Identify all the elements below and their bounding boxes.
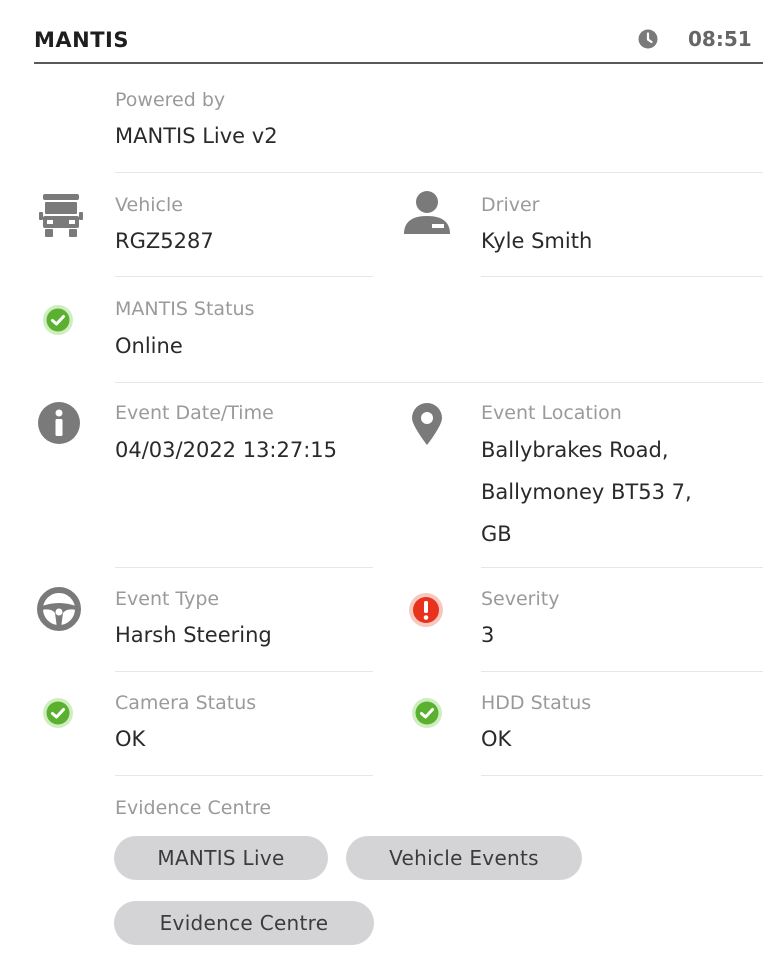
powered-by-label: Powered by — [115, 89, 226, 111]
evidence-centre-button[interactable]: Evidence Centre — [114, 901, 374, 945]
mantis-live-button[interactable]: MANTIS Live — [114, 836, 328, 880]
severity-label: Severity — [481, 588, 560, 610]
camera-status-label: Camera Status — [115, 692, 257, 714]
camera-status-value: OK — [115, 727, 146, 751]
location-pin-icon — [412, 403, 442, 445]
check-icon — [43, 698, 73, 728]
severity-value: 3 — [481, 623, 495, 647]
mantis-status-value: Online — [115, 334, 183, 358]
event-location-line-2: Ballymoney BT53 7, — [481, 480, 692, 504]
divider — [115, 671, 373, 672]
event-type-value: Harsh Steering — [115, 623, 272, 647]
divider — [115, 276, 373, 277]
info-icon — [38, 402, 80, 444]
alert-icon — [409, 593, 443, 627]
event-location-line-3: GB — [481, 522, 512, 546]
divider — [481, 276, 763, 277]
divider — [115, 172, 763, 173]
vehicle-events-button[interactable]: Vehicle Events — [346, 836, 582, 880]
vehicle-label: Vehicle — [115, 194, 183, 216]
mantis-status-label: MANTIS Status — [115, 298, 255, 320]
divider — [481, 671, 763, 672]
steering-wheel-icon — [37, 587, 81, 631]
driver-icon — [404, 191, 450, 234]
event-datetime-value: 04/03/2022 13:27:15 — [115, 438, 338, 462]
truck-icon — [39, 194, 83, 237]
divider — [115, 382, 763, 383]
header-bar: MANTIS 08:51 — [34, 22, 763, 64]
event-location-label: Event Location — [481, 402, 622, 424]
event-location-line-1: Ballybrakes Road, — [481, 438, 669, 462]
clock-time: 08:51 — [688, 27, 752, 51]
vehicle-value: RGZ5287 — [115, 229, 214, 253]
hdd-status-label: HDD Status — [481, 692, 592, 714]
evidence-centre-label: Evidence Centre — [115, 797, 272, 819]
event-type-label: Event Type — [115, 588, 220, 610]
hdd-status-value: OK — [481, 727, 512, 751]
divider — [481, 567, 763, 568]
powered-by-value: MANTIS Live v2 — [115, 124, 278, 148]
clock-icon — [638, 29, 658, 49]
divider — [115, 567, 373, 568]
check-icon — [412, 698, 442, 728]
driver-label: Driver — [481, 194, 540, 216]
event-datetime-label: Event Date/Time — [115, 402, 274, 424]
divider — [115, 775, 373, 776]
driver-value: Kyle Smith — [481, 229, 593, 253]
app-title: MANTIS — [34, 28, 129, 52]
divider — [481, 775, 763, 776]
check-icon — [43, 305, 73, 335]
